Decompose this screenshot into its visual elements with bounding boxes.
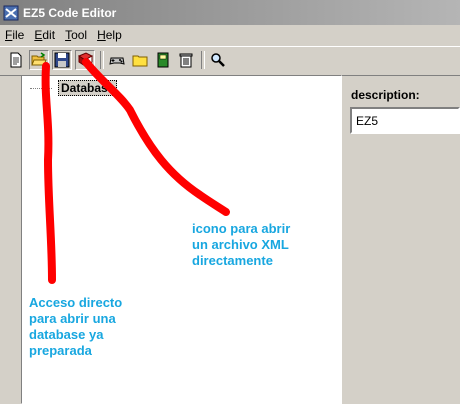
book-button[interactable] (153, 50, 173, 70)
folder-button[interactable] (130, 50, 150, 70)
delete-button[interactable] (176, 50, 196, 70)
app-icon (3, 5, 19, 20)
tree-connector-line (30, 87, 52, 89)
tree-node-database[interactable]: Database (30, 80, 118, 96)
toolbar-separator (100, 51, 104, 69)
folder-icon (132, 55, 148, 67)
new-document-icon (10, 52, 22, 68)
tree-node-label: Database (58, 80, 118, 96)
toolbar-separator (201, 51, 205, 69)
menu-help[interactable]: Help (92, 28, 127, 42)
green-book-icon (157, 52, 169, 68)
search-button[interactable] (208, 50, 228, 70)
open-database-book-icon (77, 52, 93, 67)
open-database-button[interactable] (75, 50, 95, 70)
gamepad-icon (109, 57, 125, 65)
description-input[interactable] (350, 107, 460, 134)
window-title: EZ5 Code Editor (23, 5, 117, 20)
menu-file[interactable]: File (0, 28, 29, 42)
title-bar: EZ5 Code Editor (0, 0, 460, 25)
toolbar (0, 46, 460, 76)
menu-edit[interactable]: Edit (29, 28, 60, 42)
xml-annotation: icono para abrir un archivo XML directam… (192, 221, 291, 268)
save-button[interactable] (52, 50, 72, 70)
save-disk-icon (54, 52, 70, 68)
database-annotation: Acceso directo para abrir una database y… (29, 295, 123, 358)
game-button[interactable] (107, 50, 127, 70)
open-button[interactable] (29, 50, 49, 70)
trash-icon (179, 53, 193, 68)
menu-bar: File Edit Tool Help (0, 25, 460, 44)
description-label: description: (351, 88, 420, 102)
new-button[interactable] (6, 50, 26, 70)
search-icon (211, 53, 225, 67)
open-folder-icon (31, 52, 47, 66)
menu-tool[interactable]: Tool (60, 28, 92, 42)
